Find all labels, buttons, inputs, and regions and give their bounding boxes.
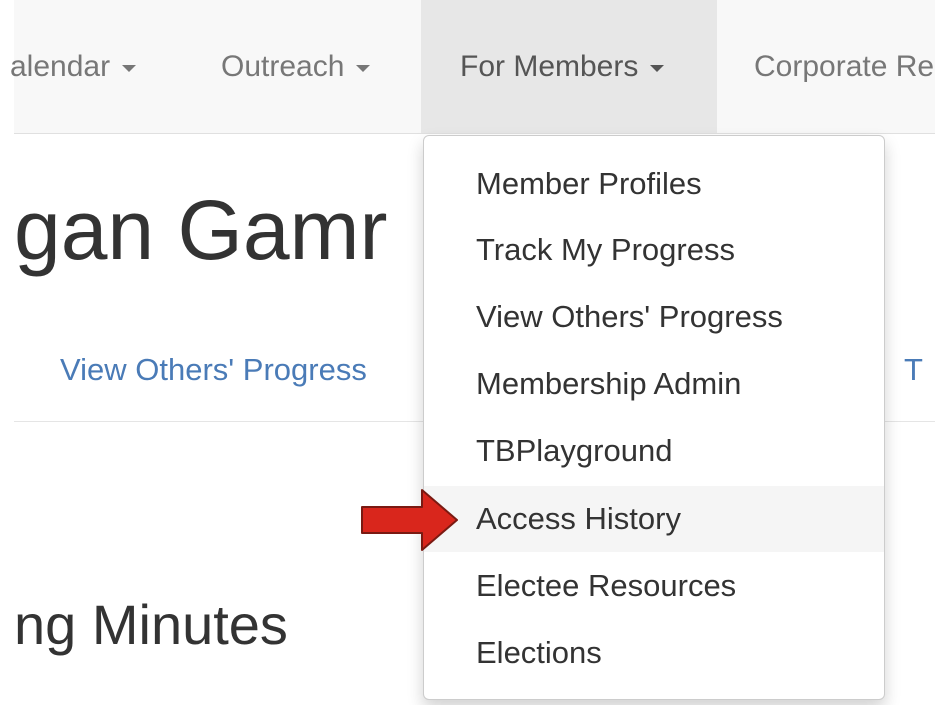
top-navbar: alendar Outreach For Members Corporate R…	[10, 0, 935, 134]
menu-item-membership-admin[interactable]: Membership Admin	[424, 351, 884, 417]
nav-outreach[interactable]: Outreach	[221, 0, 371, 133]
page: alendar Outreach For Members Corporate R…	[0, 0, 935, 705]
nav-calendar-label: alendar	[10, 50, 111, 83]
subnav-link-partial[interactable]: T	[904, 345, 923, 395]
section-title: ng Minutes	[14, 593, 288, 656]
menu-item-track-my-progress[interactable]: Track My Progress	[424, 217, 884, 283]
nav-for-members[interactable]: For Members	[421, 0, 717, 133]
page-title: gan Gamr	[14, 183, 388, 277]
chevron-down-icon	[650, 64, 665, 72]
nav-for-members-label: For Members	[460, 50, 639, 83]
menu-item-view-others-progress[interactable]: View Others' Progress	[424, 284, 884, 350]
menu-item-tbplayground[interactable]: TBPlayground	[424, 418, 884, 484]
menu-item-access-history[interactable]: Access History	[424, 486, 884, 552]
chevron-down-icon	[122, 64, 137, 72]
nav-corporate[interactable]: Corporate Re	[754, 0, 934, 133]
nav-corporate-label: Corporate Re	[754, 50, 935, 83]
menu-item-member-profiles[interactable]: Member Profiles	[424, 151, 884, 217]
menu-item-electee-resources[interactable]: Electee Resources	[424, 553, 884, 619]
red-arrow-icon	[361, 489, 458, 551]
for-members-dropdown-menu: Member Profiles Track My Progress View O…	[423, 135, 885, 700]
menu-item-elections[interactable]: Elections	[424, 620, 884, 686]
subnav-view-others-progress[interactable]: View Others' Progress	[60, 345, 367, 395]
nav-calendar[interactable]: alendar	[10, 0, 137, 133]
nav-outreach-label: Outreach	[221, 50, 345, 83]
chevron-down-icon	[356, 64, 371, 72]
